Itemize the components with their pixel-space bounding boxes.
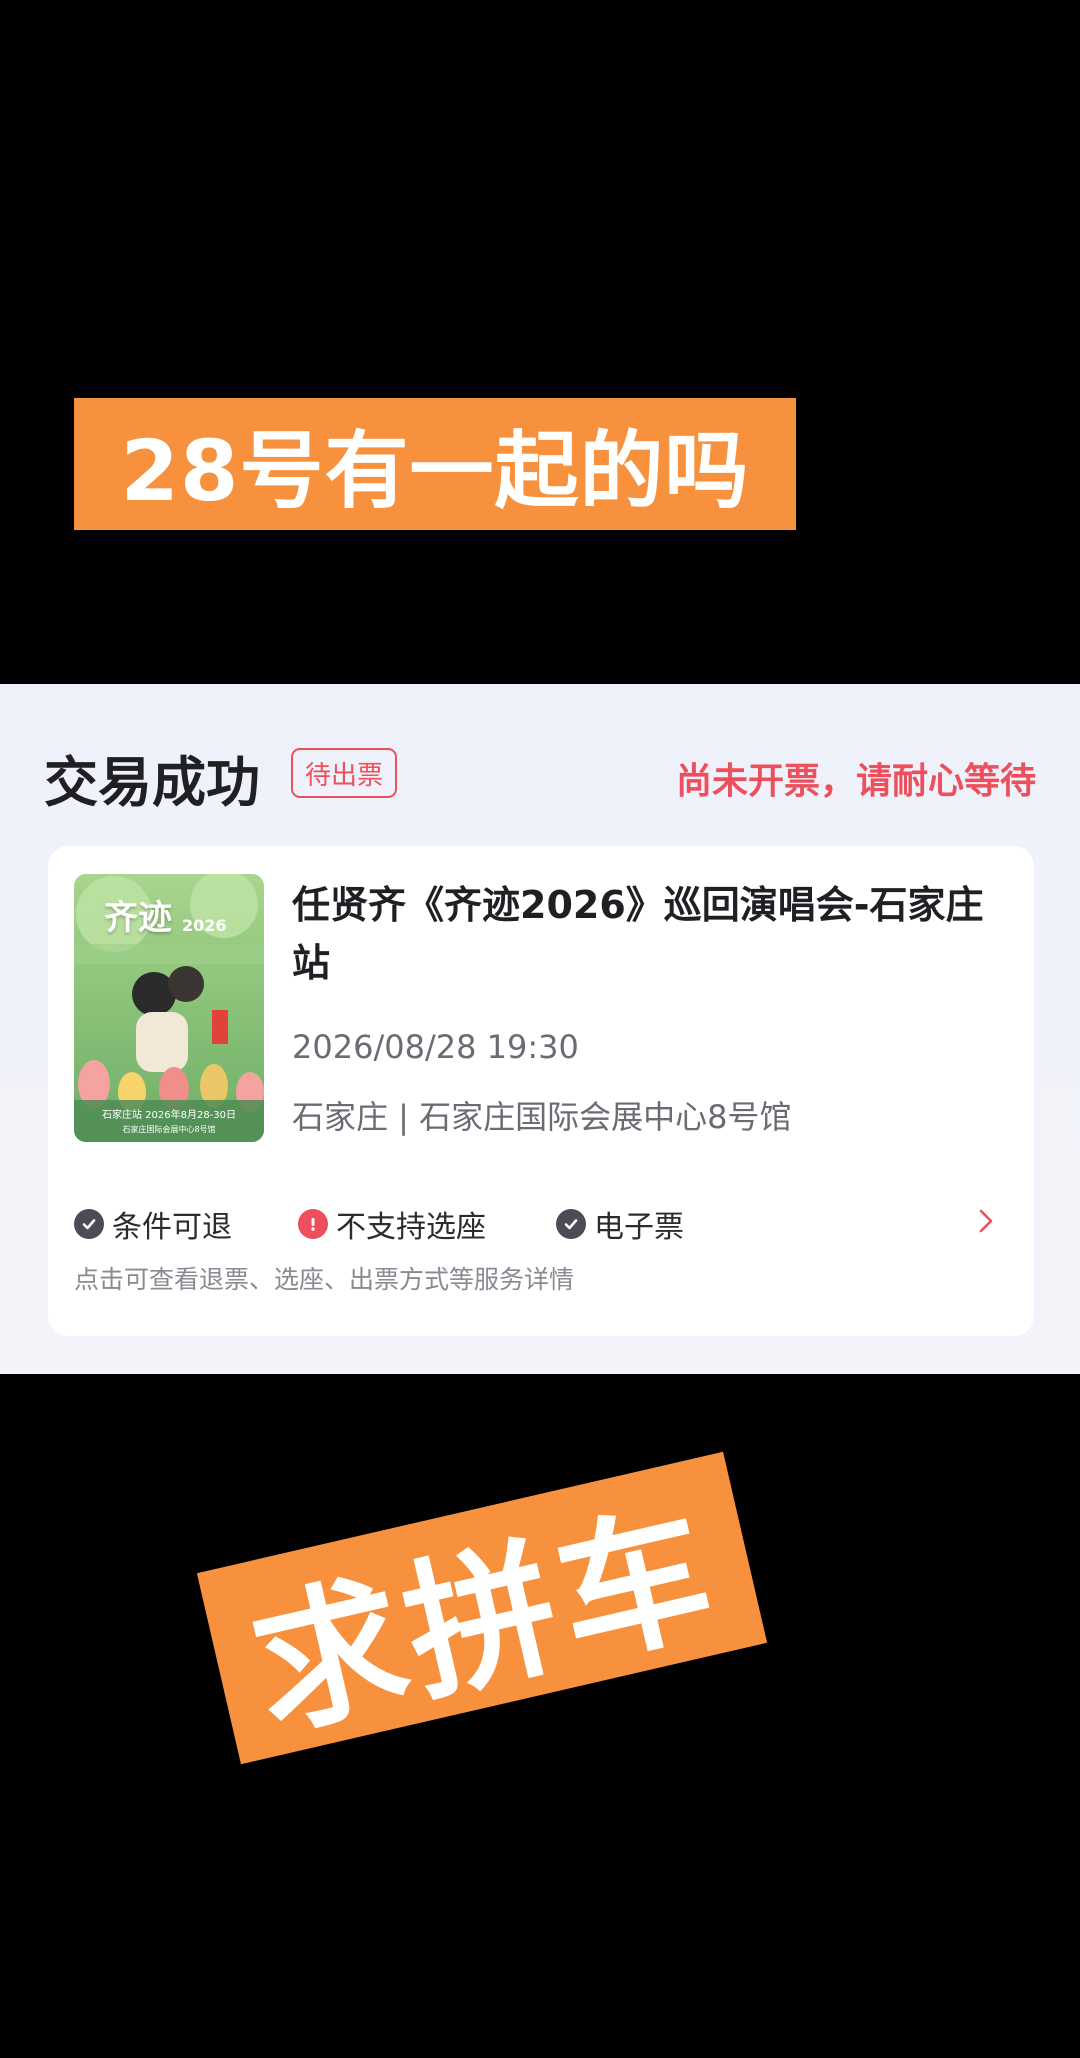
service-details-note[interactable]: 点击可查看退票、选座、出票方式等服务详情 — [74, 1260, 574, 1296]
service-item-refundable: 条件可退 — [74, 1202, 232, 1246]
status-hint: 尚未开票，请耐心等待 — [675, 761, 1036, 802]
service-item-no-seat-selection: 不支持选座 — [298, 1202, 486, 1246]
poster-caption-venue: 石家庄国际会展中心8号馆 — [122, 1125, 216, 1134]
event-poster[interactable]: 齐迹 2026 石家庄站 2026年8月28-30日 石家庄国际会展中心8号馆 — [74, 874, 264, 1142]
service-label: 条件可退 — [112, 1210, 232, 1245]
top-caption-banner: 28号有一起的吗 — [74, 398, 796, 530]
event-title[interactable]: 任贤齐《齐迹2026》巡回演唱会-石家庄站 — [292, 876, 1012, 992]
alert-circle-icon — [298, 1209, 328, 1239]
event-venue: 石家庄 | 石家庄国际会展中心8号馆 — [292, 1098, 792, 1136]
order-panel: 交易成功 待出票 尚未开票，请耐心等待 齐迹 2026 石家庄站 2026年8月… — [0, 684, 1080, 1374]
top-caption-text: 28号有一起的吗 — [120, 421, 750, 520]
service-info-row[interactable]: 条件可退 不支持选座 电子票 — [74, 1202, 1014, 1245]
service-label: 电子票 — [594, 1210, 684, 1245]
ticket-card[interactable]: 齐迹 2026 石家庄站 2026年8月28-30日 石家庄国际会展中心8号馆 … — [48, 846, 1034, 1336]
poster-title: 齐迹 — [104, 898, 172, 938]
status-badge: 待出票 — [291, 748, 398, 798]
check-circle-icon — [556, 1209, 586, 1239]
event-datetime: 2026/08/28 19:30 — [292, 1028, 579, 1066]
poster-caption-date: 石家庄站 2026年8月28-30日 — [101, 1110, 237, 1121]
bottom-caption-text: 求拼车 — [237, 1483, 733, 1759]
service-label: 不支持选座 — [336, 1210, 486, 1245]
service-item-e-ticket: 电子票 — [556, 1202, 684, 1246]
bottom-caption-banner: 求拼车 — [196, 1451, 768, 1765]
chevron-right-icon[interactable] — [978, 1208, 994, 1238]
check-circle-icon — [74, 1209, 104, 1239]
order-status-title: 交易成功 — [44, 751, 260, 814]
poster-title-year: 2026 — [182, 916, 227, 935]
